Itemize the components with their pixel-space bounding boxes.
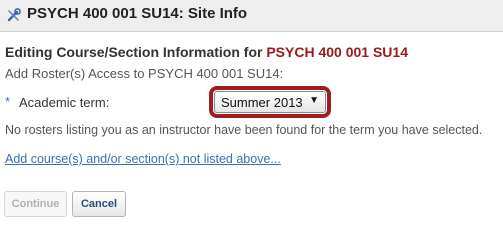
site-title: PSYCH 400 001 SU14: Site Info xyxy=(27,5,248,22)
cancel-button[interactable]: Cancel xyxy=(72,191,126,217)
heading-prefix: Editing Course/Section Information for xyxy=(5,44,263,60)
no-rosters-notice: No rosters listing you as an instructor … xyxy=(5,123,483,137)
add-course-section-link[interactable]: Add course(s) and/or section(s) not list… xyxy=(5,152,281,166)
required-marker: * xyxy=(5,94,11,109)
dropdown-arrow-icon: ▼ xyxy=(309,95,319,106)
page-heading: Editing Course/Section Information for P… xyxy=(5,44,408,60)
roster-subheading: Add Roster(s) Access to PSYCH 400 001 SU… xyxy=(5,66,284,81)
academic-term-label: Academic term: xyxy=(19,95,110,110)
title-bar: PSYCH 400 001 SU14: Site Info xyxy=(0,0,503,32)
tools-icon[interactable] xyxy=(6,8,21,23)
academic-term-select[interactable]: Summer 2013 ▼ xyxy=(214,91,326,113)
academic-term-value: Summer 2013 xyxy=(221,95,303,110)
continue-button[interactable]: Continue xyxy=(4,191,67,217)
heading-site-code: PSYCH 400 001 SU14 xyxy=(266,44,408,60)
